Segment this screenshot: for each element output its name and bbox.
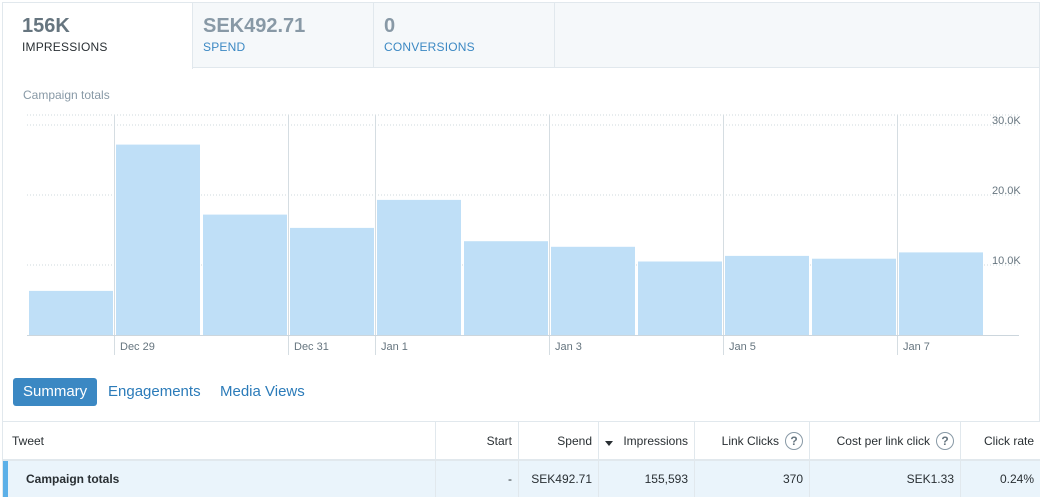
header-label: Start <box>486 433 512 448</box>
help-icon[interactable]: ? <box>785 431 803 450</box>
bar <box>464 241 548 335</box>
header-spend[interactable]: Spend <box>518 422 598 459</box>
y-tick-label: 10.0K <box>992 255 1021 267</box>
bar <box>203 214 287 335</box>
cell-start: - <box>435 461 518 497</box>
bar <box>551 246 635 335</box>
cell-cost-per-link-click: SEK1.33 <box>809 461 960 497</box>
subtab-engagements[interactable]: Engagements <box>108 378 201 406</box>
header-tweet[interactable]: Tweet <box>3 422 435 459</box>
cell-impressions: 155,593 <box>598 461 694 497</box>
cell-tweet: Campaign totals <box>26 472 120 486</box>
bar <box>29 290 113 335</box>
header-cost-per-link-click[interactable]: Cost per link click ? <box>809 422 960 459</box>
bar <box>812 258 896 335</box>
help-icon[interactable]: ? <box>936 431 954 450</box>
impressions-bar-chart: Dec 29 Dec 31 Jan 1 Jan 3 Jan 5 Jan 7 10.0K 20.… <box>27 114 1021 355</box>
bar <box>290 227 374 335</box>
x-tick-label: Jan 3 <box>555 341 582 353</box>
y-tick-label: 30.0K <box>992 115 1021 127</box>
bar <box>638 261 722 335</box>
x-tick-label: Jan 1 <box>381 341 408 353</box>
cell-click-rate: 0.24% <box>960 461 1040 497</box>
bar <box>725 255 809 335</box>
header-label: Spend <box>557 433 592 448</box>
bar <box>116 144 200 335</box>
header-start[interactable]: Start <box>435 422 518 459</box>
table-header-row: Tweet Start Spend Impressions Link Click… <box>3 421 1040 461</box>
header-label: Cost per link click <box>836 433 930 448</box>
header-label: Impressions <box>623 433 688 448</box>
analytics-panel: 156K IMPRESSIONS SEK492.71 SPEND 0 CONVE… <box>2 2 1040 497</box>
header-impressions[interactable]: Impressions <box>598 422 694 459</box>
header-label: Click rate <box>983 433 1034 448</box>
cell-link-clicks: 370 <box>694 461 809 497</box>
header-link-clicks[interactable]: Link Clicks ? <box>694 422 809 459</box>
x-tick-label: Jan 5 <box>729 341 756 353</box>
header-label: Tweet <box>12 433 45 448</box>
subtab-summary[interactable]: Summary <box>13 378 98 406</box>
sort-desc-icon <box>605 441 613 446</box>
bar <box>899 252 983 335</box>
bar <box>377 199 461 335</box>
x-tick-label: Jan 7 <box>903 341 930 353</box>
table-row[interactable]: Campaign totals - SEK492.71 155,593 370 … <box>3 461 1040 497</box>
x-tick-label: Dec 31 <box>294 341 329 353</box>
header-click-rate[interactable]: Click rate <box>960 422 1040 459</box>
x-tick-label: Dec 29 <box>120 341 155 353</box>
subtab-media-views[interactable]: Media Views <box>220 378 305 406</box>
cell-spend: SEK492.71 <box>518 461 598 497</box>
y-tick-label: 20.0K <box>992 185 1021 197</box>
header-label: Link Clicks <box>721 433 779 448</box>
